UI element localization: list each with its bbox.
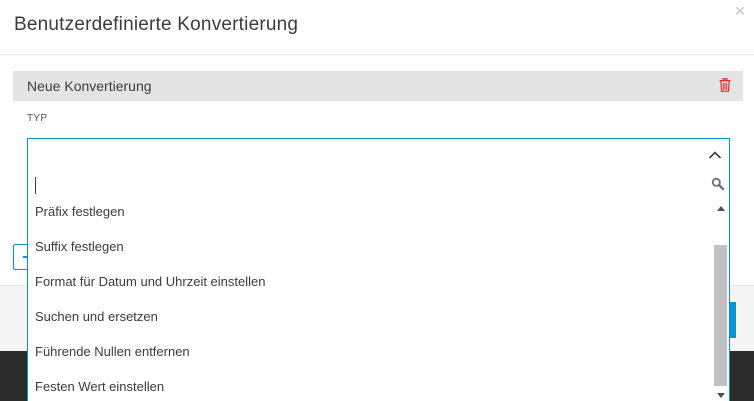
type-search-input[interactable] — [34, 176, 694, 196]
option-suffix[interactable]: Suffix festlegen — [28, 232, 714, 267]
dialog-title: Benutzerdefinierte Konvertierung — [14, 14, 299, 35]
search-icon — [711, 177, 725, 191]
conversion-header-bar: Neue Konvertierung — [13, 71, 743, 101]
type-field-label: TYP — [27, 113, 48, 124]
option-search-replace[interactable]: Suchen und ersetzen — [28, 302, 714, 337]
close-icon[interactable]: ✕ — [733, 4, 747, 18]
option-date-time-format[interactable]: Format für Datum und Uhrzeit einstellen — [28, 267, 714, 302]
option-fixed-value[interactable]: Festen Wert einstellen — [28, 372, 714, 401]
scroll-down-arrow-icon[interactable] — [717, 393, 725, 398]
chevron-up-icon[interactable] — [708, 148, 722, 162]
scrollbar-thumb[interactable] — [714, 245, 727, 386]
type-options-list: Präfix festlegen Suffix festlegen Format… — [28, 197, 714, 401]
scroll-up-arrow-icon[interactable] — [717, 206, 725, 211]
type-select[interactable]: Präfix festlegen Suffix festlegen Format… — [27, 138, 730, 401]
dialog-header: Benutzerdefinierte Konvertierung — [0, 0, 754, 55]
options-scrollbar[interactable] — [714, 203, 729, 401]
text-cursor — [35, 177, 36, 194]
conversion-name: Neue Konvertierung — [27, 78, 152, 94]
trash-icon[interactable] — [719, 77, 731, 92]
option-remove-leading-zeros[interactable]: Führende Nullen entfernen — [28, 337, 714, 372]
type-search-row — [28, 173, 729, 197]
option-prefix[interactable]: Präfix festlegen — [28, 197, 714, 232]
